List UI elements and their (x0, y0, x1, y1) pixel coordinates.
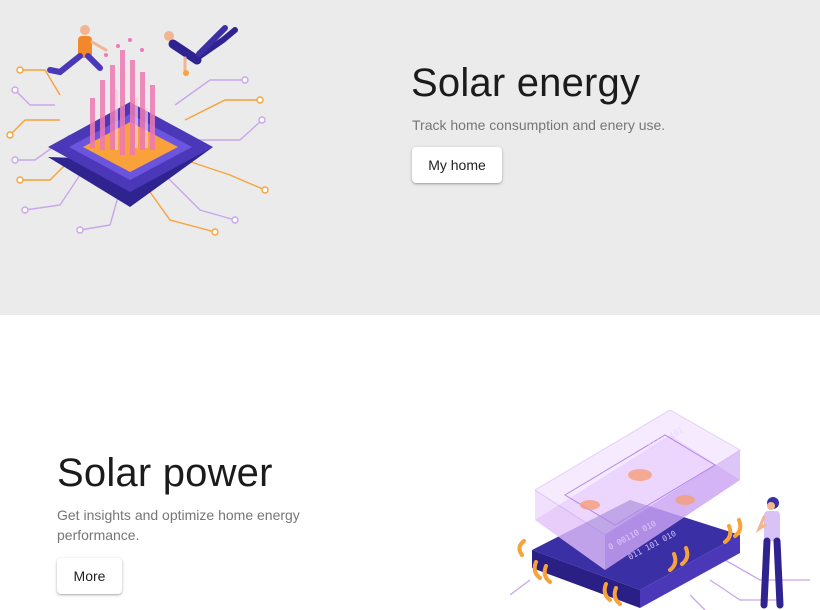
server-chip-illustration: 0 00110 010 011 101 010 0101 101 (510, 410, 810, 610)
my-home-button[interactable]: My home (412, 147, 502, 183)
solar-energy-section: Solar energy Track home consumption and … (0, 0, 820, 315)
section-title: Solar power (57, 451, 273, 495)
page-title: Solar energy (411, 61, 641, 105)
section-description: Get insights and optimize home energy pe… (57, 507, 300, 543)
floating-person-right (164, 25, 238, 76)
circuit-chip-illustration (6, 25, 269, 236)
floating-person-left (47, 25, 108, 76)
hero-description: Track home consumption and enery use. (412, 117, 666, 133)
solar-power-section: Solar power Get insights and optimize ho… (0, 315, 820, 610)
standing-person (755, 497, 784, 609)
more-button[interactable]: More (57, 558, 122, 594)
